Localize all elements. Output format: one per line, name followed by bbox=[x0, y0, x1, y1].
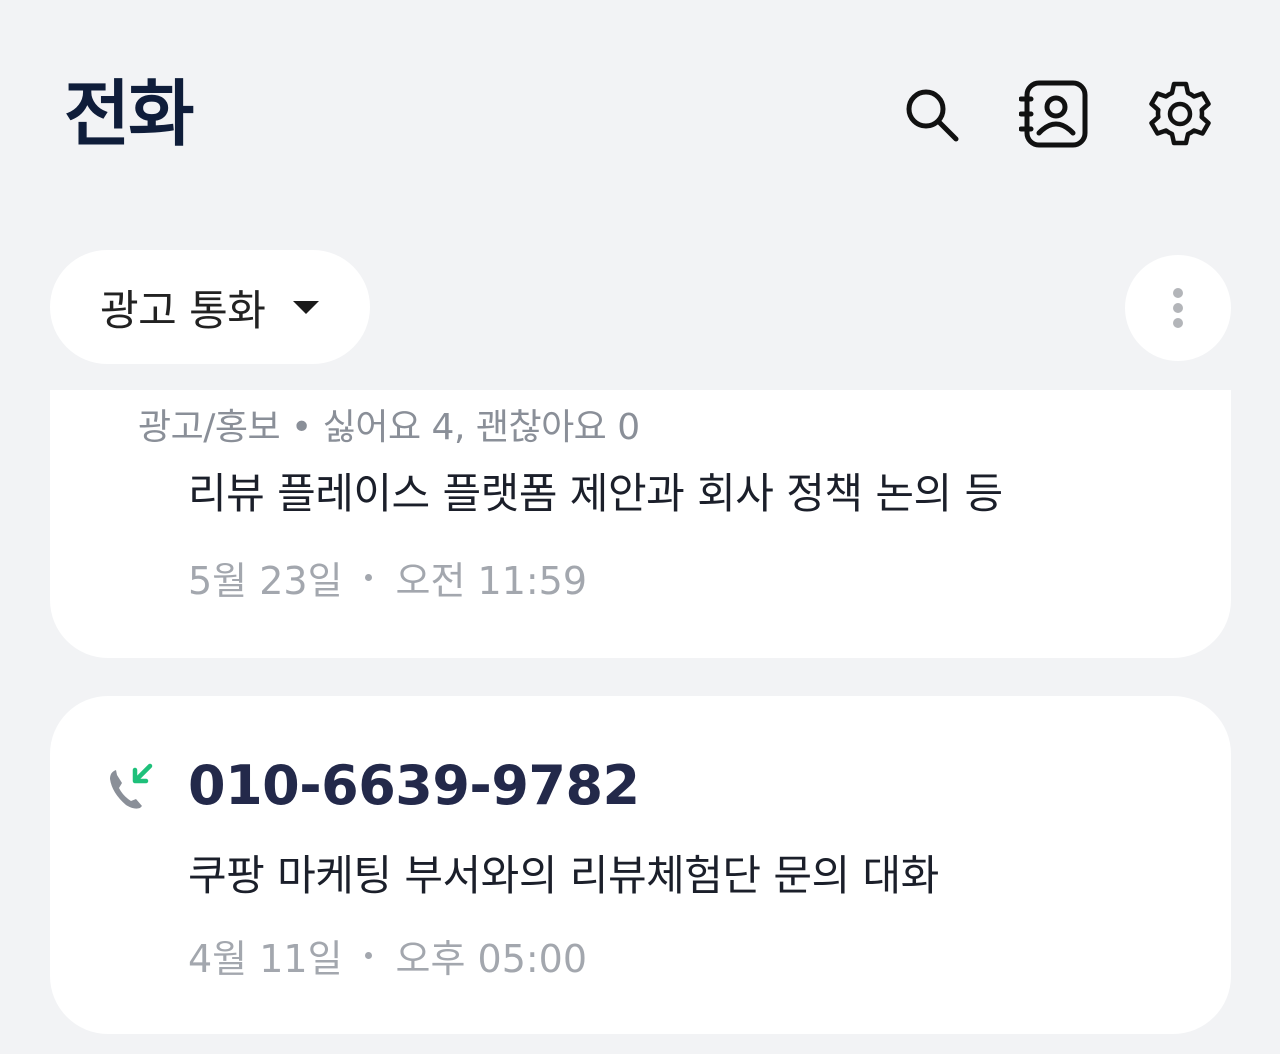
caller-number: 010-6639-9782 bbox=[188, 754, 640, 817]
call-time: 오전 11:59 bbox=[395, 559, 588, 603]
spam-category-info: 광고/홍보 • 싫어요 4, 괜찮아요 0 bbox=[138, 407, 640, 448]
page-title: 전화 bbox=[64, 72, 194, 156]
call-summary: 리뷰 플레이스 플랫폼 제안과 회사 정책 논의 등 bbox=[188, 469, 1003, 518]
call-log-screen: 전화 광고 통화 리뷰 플레이스 플랫폼 제안과 회사 정책 논의 등 5월 2… bbox=[0, 0, 1280, 1054]
search-icon bbox=[906, 89, 959, 142]
separator-dot bbox=[364, 952, 372, 959]
settings-icon bbox=[1149, 81, 1211, 146]
search-button[interactable] bbox=[895, 78, 967, 150]
filter-label: 광고 통화 bbox=[100, 285, 266, 335]
contacts-button[interactable] bbox=[1018, 78, 1090, 150]
call-log-card[interactable]: 010-6639-9782 쿠팡 마케팅 부서와의 리뷰체험단 문의 대화 4월… bbox=[50, 696, 1231, 1034]
call-datetime: 4월 11일 오후 05:00 bbox=[188, 928, 587, 983]
call-datetime: 5월 23일 오전 11:59 bbox=[188, 550, 587, 605]
incoming-call-icon bbox=[110, 763, 153, 809]
call-filter-dropdown[interactable]: 광고 통화 bbox=[50, 250, 370, 364]
settings-button[interactable] bbox=[1144, 78, 1216, 150]
more-options-button[interactable] bbox=[1125, 255, 1231, 361]
more-vertical-icon bbox=[1173, 283, 1183, 333]
contacts-icon bbox=[1019, 80, 1088, 148]
chevron-down-icon bbox=[293, 300, 320, 314]
call-date: 4월 11일 bbox=[188, 937, 343, 981]
call-time: 오후 05:00 bbox=[395, 937, 588, 981]
call-summary: 쿠팡 마케팅 부서와의 리뷰체험단 문의 대화 bbox=[188, 851, 939, 900]
separator-dot bbox=[364, 574, 372, 581]
call-date: 5월 23일 bbox=[188, 559, 343, 603]
